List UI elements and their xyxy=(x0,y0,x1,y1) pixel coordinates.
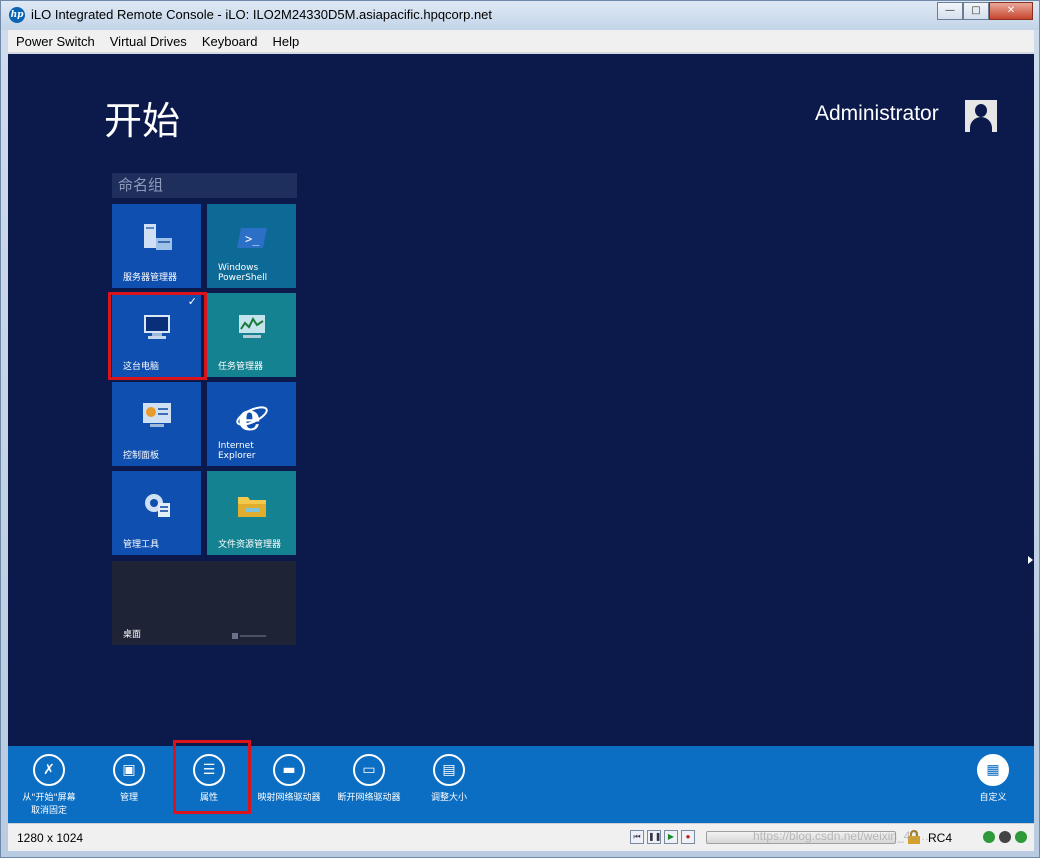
tile-label: 控制面板 xyxy=(123,451,160,461)
close-button[interactable]: ✕ xyxy=(989,2,1033,20)
tile-label: 文件资源管理器 xyxy=(218,540,282,550)
record-button[interactable]: ● xyxy=(681,830,695,844)
minimize-button[interactable]: — xyxy=(937,2,963,20)
resize-button[interactable]: ▤ 调整大小 xyxy=(401,754,497,803)
tile-control-panel[interactable]: 控制面板 xyxy=(112,382,201,466)
selection-highlight xyxy=(173,740,251,814)
file-explorer-icon xyxy=(238,497,266,517)
tile-label: 桌面 xyxy=(123,630,142,640)
menu-power-switch[interactable]: Power Switch xyxy=(8,34,102,49)
svg-text:>_: >_ xyxy=(245,232,260,246)
title-bar[interactable]: hp iLO Integrated Remote Console - iLO: … xyxy=(1,1,1039,30)
manage-icon: ▣ xyxy=(122,762,136,778)
menu-help[interactable]: Help xyxy=(264,34,306,49)
remote-screen[interactable]: 开始 Administrator 命名组 服务器管理器 >_ Windows P… xyxy=(8,54,1034,746)
window-controls: — □ ✕ xyxy=(937,2,1033,20)
user-avatar-icon[interactable] xyxy=(965,100,997,132)
window-title: iLO Integrated Remote Console - iLO: ILO… xyxy=(31,7,493,22)
button-label: 从"开始"屏幕取消固定 xyxy=(22,793,76,816)
connection-status-icon xyxy=(983,831,995,843)
skip-back-button[interactable]: ⏮ xyxy=(630,830,644,844)
admin-tools-icon xyxy=(145,494,170,517)
tile-task-manager[interactable]: 任务管理器 xyxy=(207,293,296,377)
tile-server-manager[interactable]: 服务器管理器 xyxy=(112,204,201,288)
control-panel-icon xyxy=(143,403,171,427)
menu-bar: Power Switch Virtual Drives Keyboard Hel… xyxy=(8,30,1034,53)
watermark: https://blog.csdn.net/weixin_40… xyxy=(753,829,930,843)
tile-desktop[interactable]: 桌面 xyxy=(112,561,296,645)
windows-logo-icon xyxy=(232,633,266,639)
remote-console-window: hp iLO Integrated Remote Console - iLO: … xyxy=(0,0,1040,858)
tile-internet-explorer[interactable]: e Internet Explorer xyxy=(207,382,296,466)
pause-button[interactable]: ❚❚ xyxy=(647,830,661,844)
mouse-cursor-icon xyxy=(1028,556,1033,564)
tile-label: Windows PowerShell xyxy=(218,263,268,283)
tile-powershell[interactable]: >_ Windows PowerShell xyxy=(207,204,296,288)
encryption-label: RC4 xyxy=(928,831,953,845)
tile-file-explorer[interactable]: 文件资源管理器 xyxy=(207,471,296,555)
tile-admin-tools[interactable]: 管理工具 xyxy=(112,471,201,555)
maximize-button[interactable]: □ xyxy=(963,2,989,20)
resize-icon: ▤ xyxy=(442,762,456,778)
customize-icon: ▦ xyxy=(986,762,1000,778)
play-button[interactable]: ▶ xyxy=(664,830,678,844)
disconnect-drive-icon: ▭ xyxy=(362,762,376,778)
button-label: 调整大小 xyxy=(430,793,467,803)
unpin-icon: ✗ xyxy=(43,762,55,778)
button-label: 自定义 xyxy=(979,793,1007,803)
tile-label: 任务管理器 xyxy=(218,362,264,372)
drive-status-icon xyxy=(999,831,1011,843)
ie-icon: e xyxy=(236,400,268,432)
customize-button[interactable]: ▦ 自定义 xyxy=(945,754,1040,803)
user-name[interactable]: Administrator xyxy=(815,102,939,126)
menu-keyboard[interactable]: Keyboard xyxy=(194,34,265,49)
selection-highlight xyxy=(108,292,207,380)
server-manager-icon xyxy=(144,224,172,250)
start-screen-title: 开始 xyxy=(104,99,181,143)
tile-label: 管理工具 xyxy=(123,540,160,550)
map-drive-icon: ▬ xyxy=(282,762,296,778)
hp-logo-icon: hp xyxy=(9,7,25,23)
power-status-icon xyxy=(1015,831,1027,843)
tile-group-name[interactable]: 命名组 xyxy=(112,173,297,198)
tile-label: Internet Explorer xyxy=(218,441,256,461)
menu-virtual-drives[interactable]: Virtual Drives xyxy=(102,34,194,49)
app-bar: ✗ 从"开始"屏幕取消固定 ▣ 管理 ☰ 属性 ▬ 映射网络驱动器 ▭ 断开网络… xyxy=(8,740,1034,823)
powershell-icon: >_ xyxy=(237,228,267,248)
task-manager-icon xyxy=(239,315,265,338)
tile-label: 服务器管理器 xyxy=(123,273,178,283)
screen-resolution: 1280 x 1024 xyxy=(17,831,84,845)
